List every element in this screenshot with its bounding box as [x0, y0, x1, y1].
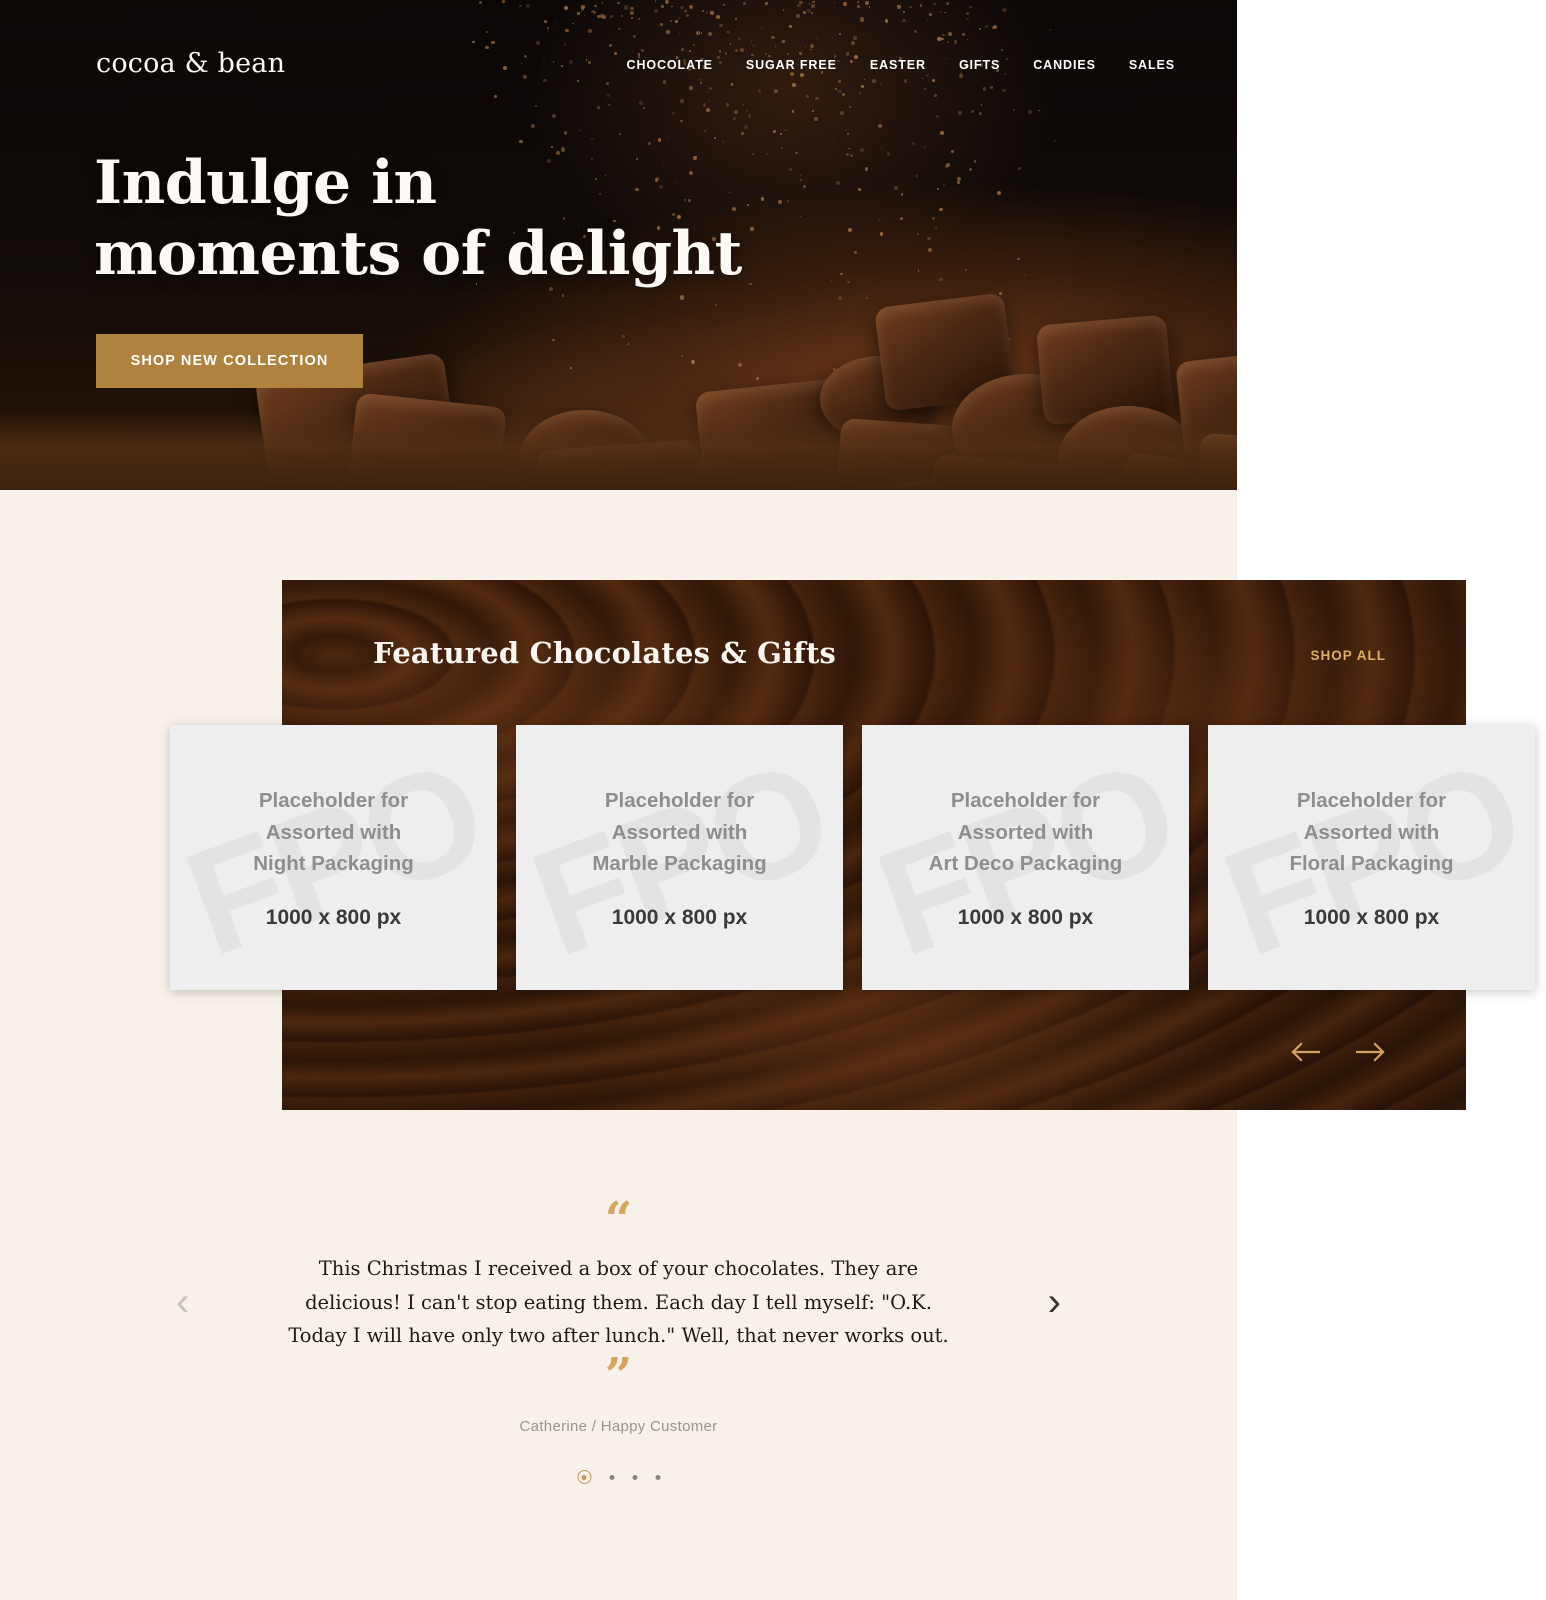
product-card-dimensions: 1000 x 800 px [957, 906, 1094, 930]
product-card[interactable]: FPO Placeholder for Assorted with Marble… [516, 725, 843, 990]
nav-item-gifts[interactable]: GIFTS [959, 58, 1000, 72]
product-card-label: Placeholder for Assorted with Art Deco P… [928, 788, 1123, 876]
product-card[interactable]: FPO Placeholder for Assorted with Floral… [1208, 725, 1535, 990]
pagination-dot[interactable] [632, 1474, 637, 1480]
product-card[interactable]: FPO Placeholder for Assorted with Art De… [862, 725, 1189, 990]
site-logo[interactable]: cocoa & bean [96, 48, 285, 79]
arrow-right-icon[interactable] [1356, 1041, 1386, 1063]
chevron-left-icon[interactable]: ‹ [176, 1282, 189, 1322]
featured-heading: Featured Chocolates & Gifts [373, 636, 837, 670]
pagination-dot[interactable] [655, 1474, 660, 1480]
pagination-dot[interactable] [577, 1470, 591, 1484]
product-card-dimensions: 1000 x 800 px [1303, 906, 1440, 930]
shop-all-link[interactable]: SHOP ALL [1310, 648, 1386, 663]
nav-item-chocolate[interactable]: CHOCOLATE [627, 58, 713, 72]
carousel-navigation [1290, 1041, 1386, 1063]
testimonial-text: This Christmas I received a box of your … [288, 1257, 949, 1348]
product-card-content: Placeholder for Assorted with Marble Pac… [516, 725, 843, 990]
quote-open-icon: “ [604, 1192, 633, 1248]
pagination-dot[interactable] [609, 1474, 614, 1480]
product-card[interactable]: FPO Placeholder for Assorted with Night … [170, 725, 497, 990]
nav-item-candies[interactable]: CANDIES [1033, 58, 1096, 72]
quote-close-icon: ” [604, 1348, 633, 1404]
shop-new-collection-button[interactable]: SHOP NEW COLLECTION [96, 334, 363, 388]
product-card-content: Placeholder for Assorted with Art Deco P… [862, 725, 1189, 990]
testimonial-pagination [577, 1470, 660, 1484]
testimonial-section: ‹ › “ This Christmas I received a box of… [0, 1160, 1237, 1560]
product-card-label: Placeholder for Assorted with Floral Pac… [1289, 788, 1454, 876]
product-card-content: Placeholder for Assorted with Night Pack… [170, 725, 497, 990]
hero-heading: Indulge in moments of delight [94, 148, 742, 290]
nav-item-sugar-free[interactable]: SUGAR FREE [746, 58, 837, 72]
product-carousel[interactable]: FPO Placeholder for Assorted with Night … [170, 725, 1546, 990]
nav-item-sales[interactable]: SALES [1129, 58, 1175, 72]
main-navigation: CHOCOLATE SUGAR FREE EASTER GIFTS CANDIE… [627, 58, 1175, 72]
page-root: cocoa & bean CHOCOLATE SUGAR FREE EASTER… [0, 0, 1546, 1600]
product-card-dimensions: 1000 x 800 px [265, 906, 402, 930]
product-card-dimensions: 1000 x 800 px [611, 906, 748, 930]
product-card-content: Placeholder for Assorted with Floral Pac… [1208, 725, 1535, 990]
arrow-left-icon[interactable] [1290, 1041, 1320, 1063]
hero-content: cocoa & bean CHOCOLATE SUGAR FREE EASTER… [0, 0, 1237, 490]
chevron-right-icon[interactable]: › [1048, 1282, 1061, 1322]
product-card-label: Placeholder for Assorted with Night Pack… [253, 788, 414, 876]
product-card-label: Placeholder for Assorted with Marble Pac… [592, 788, 767, 876]
hero-section: cocoa & bean CHOCOLATE SUGAR FREE EASTER… [0, 0, 1237, 490]
testimonial-author: Catherine / Happy Customer [519, 1418, 718, 1435]
nav-item-easter[interactable]: EASTER [870, 58, 926, 72]
